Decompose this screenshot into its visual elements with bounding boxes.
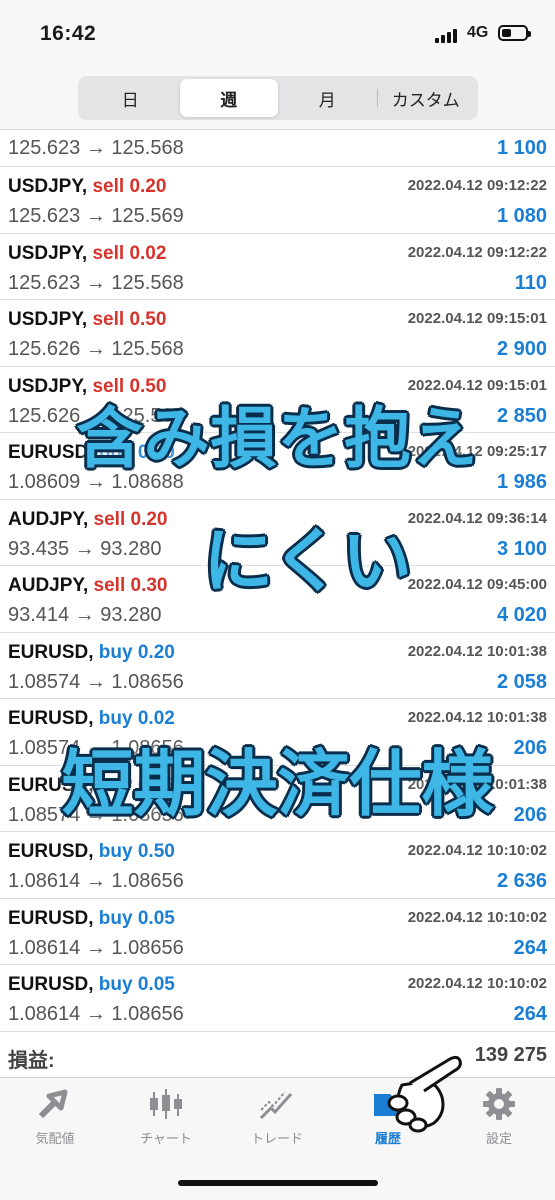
symbol-label: USDJPY, — [8, 309, 88, 330]
side-volume-label: buy 0.05 — [98, 974, 175, 995]
overlay-text-line1: 含み損を抱え — [76, 400, 479, 477]
tab-trade[interactable]: トレード — [227, 1086, 327, 1147]
price-range: 125.623 → 125.568 — [8, 137, 184, 159]
segment-week[interactable]: 週 — [179, 79, 278, 117]
period-segmented-control: 日 週 月 カスタム — [78, 76, 478, 120]
timestamp: 2022.04.12 10:01:38 — [407, 642, 547, 660]
profit-value: 264 — [513, 1003, 547, 1025]
trade-icon — [259, 1091, 293, 1120]
trade-title: EURUSD, buy 0.05 — [8, 908, 175, 930]
profit-value: 2 058 — [496, 670, 547, 693]
tab-quotes[interactable]: 気配値 — [5, 1086, 105, 1147]
signal-icon — [435, 27, 461, 43]
symbol-label: EURUSD, — [8, 974, 94, 995]
period-filter-bar: 日 週 月 カスタム — [0, 68, 555, 130]
history-row[interactable]: 125.623 → 125.568 1 100 — [0, 131, 555, 167]
side-volume-label: buy 0.05 — [98, 907, 175, 929]
price-range: 1.08614 → 1.08656 — [8, 936, 184, 959]
quotes-icon — [38, 1089, 68, 1119]
total-row: 損益: 139 275 — [0, 1040, 555, 1076]
profit-value: 110 — [514, 271, 547, 294]
trade-title: USDJPY, sell 0.50 — [8, 309, 166, 331]
symbol-label: EURUSD, — [8, 907, 94, 929]
tab-label: 気配値 — [35, 1131, 75, 1146]
side-volume-label: sell 0.20 — [92, 176, 167, 197]
network-label: 4G — [467, 24, 489, 41]
tab-settings[interactable]: 設定 — [449, 1086, 549, 1147]
timestamp: 2022.04.12 09:12:22 — [407, 243, 547, 261]
price-range: 1.08574 → 1.08656 — [8, 670, 184, 693]
timestamp: 2022.04.12 10:10:02 — [407, 975, 547, 992]
timestamp: 2022.04.12 10:01:38 — [407, 709, 547, 726]
tab-label: チャート — [140, 1131, 192, 1146]
home-indicator — [178, 1180, 378, 1186]
timestamp: 2022.04.12 09:12:22 — [407, 177, 547, 194]
status-bar: 16:42 4G — [0, 0, 555, 68]
overlay-text-line2: にくい — [203, 520, 412, 602]
side-volume-label: sell 0.50 — [92, 309, 167, 330]
battery-icon — [498, 25, 531, 41]
trade-title: USDJPY, sell 0.02 — [8, 243, 166, 265]
price-range: 1.08614 → 1.08656 — [8, 1003, 184, 1025]
side-volume-label: buy 0.50 — [98, 841, 175, 862]
price-range: 125.623 → 125.568 — [8, 271, 184, 294]
history-row[interactable]: USDJPY, sell 0.20 2022.04.12 09:12:22 125.… — [0, 167, 555, 234]
trade-title: EURUSD, buy 0.50 — [8, 841, 175, 863]
profit-value: 4 020 — [496, 604, 547, 626]
history-row[interactable]: EURUSD, buy 0.05 2022.04.12 10:10:02 1.086… — [0, 899, 555, 965]
history-row[interactable]: USDJPY, sell 0.02 2022.04.12 09:12:22 125.… — [0, 234, 555, 300]
total-value: 139 275 — [474, 1044, 547, 1066]
timestamp: 2022.04.12 09:15:01 — [407, 310, 547, 327]
side-volume-label: sell 0.02 — [92, 242, 167, 264]
price-range: 93.414 → 93.280 — [8, 604, 162, 626]
timestamp: 2022.04.12 10:10:02 — [407, 842, 547, 859]
overlay-text-line3: 短期決済仕様 — [61, 742, 494, 826]
side-volume-label: buy 0.20 — [98, 641, 175, 663]
pointing-hand-icon — [387, 1055, 462, 1133]
profit-value: 264 — [513, 936, 547, 959]
tab-label: 設定 — [485, 1131, 512, 1146]
profit-value: 2 900 — [496, 338, 547, 360]
profit-value: 1 100 — [496, 137, 547, 159]
segment-day[interactable]: 日 — [81, 79, 180, 117]
history-row[interactable]: EURUSD, buy 0.20 2022.04.12 10:01:38 1.085… — [0, 633, 555, 699]
profit-value: 1 080 — [496, 205, 547, 227]
timestamp: 2022.04.12 10:10:02 — [407, 908, 547, 926]
gear-icon — [483, 1088, 515, 1120]
price-range: 125.623 → 125.569 — [8, 205, 184, 227]
segment-month[interactable]: 月 — [278, 79, 377, 117]
price-range: 1.08614 → 1.08656 — [8, 870, 184, 892]
profit-value: 2 636 — [496, 870, 547, 892]
trade-title: USDJPY, sell 0.20 — [8, 176, 166, 198]
symbol-label: USDJPY, — [8, 242, 88, 264]
symbol-label: USDJPY, — [8, 176, 88, 197]
status-time: 16:42 — [40, 22, 97, 45]
segment-custom[interactable]: カスタム — [376, 79, 476, 117]
history-row[interactable]: EURUSD, buy 0.50 2022.04.12 10:10:02 1.086… — [0, 832, 555, 899]
price-range: 125.626 → 125.568 — [8, 338, 184, 360]
chart-icon — [150, 1089, 182, 1119]
symbol-label: EURUSD, — [8, 641, 94, 663]
symbol-label: EURUSD, — [8, 841, 94, 862]
history-row[interactable]: USDJPY, sell 0.50 2022.04.12 09:15:01 125.… — [0, 300, 555, 367]
total-label: 損益: — [8, 1050, 55, 1072]
tab-chart[interactable]: チャート — [116, 1086, 216, 1147]
trade-title: EURUSD, buy 0.05 — [8, 974, 175, 996]
history-row[interactable]: EURUSD, buy 0.05 2022.04.12 10:10:02 1.086… — [0, 965, 555, 1032]
trade-title: EURUSD, buy 0.20 — [8, 642, 175, 664]
tab-label: トレード — [250, 1131, 303, 1146]
